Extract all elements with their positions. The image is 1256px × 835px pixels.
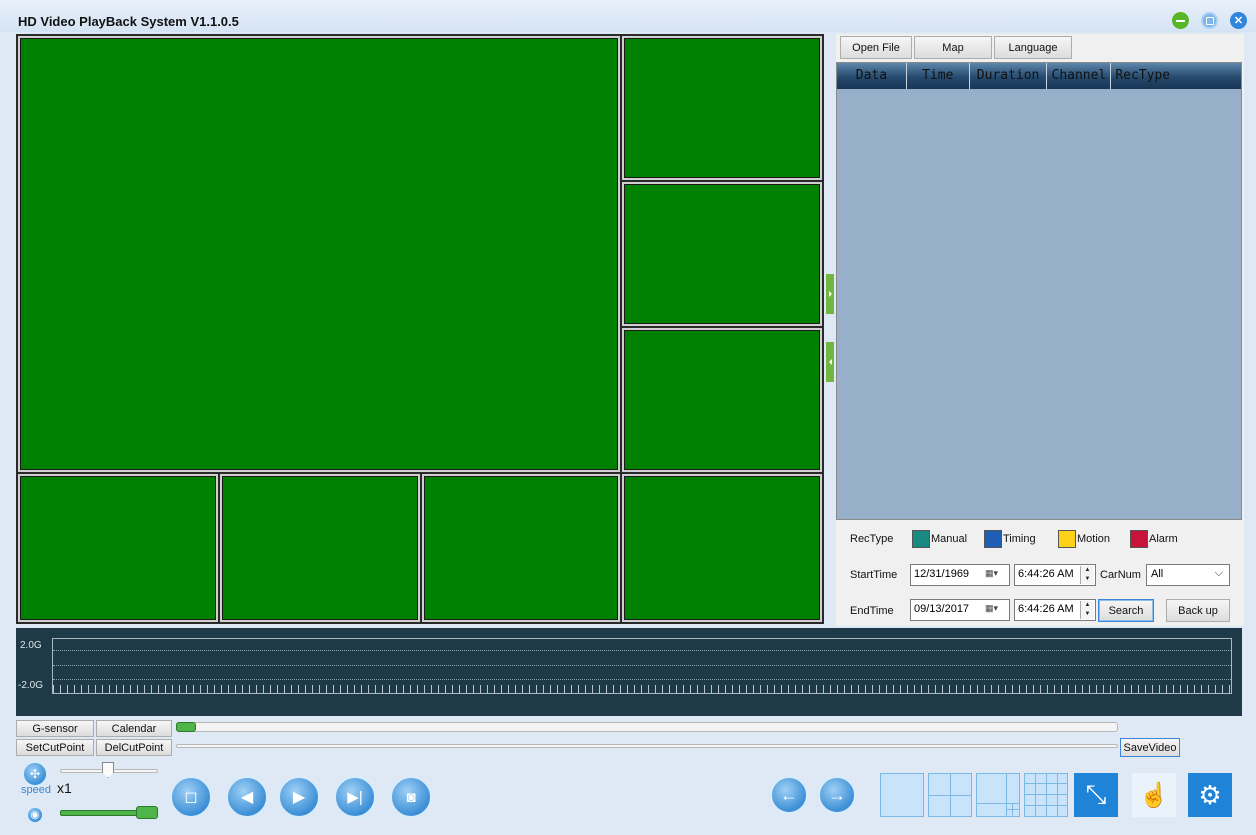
start-time-label: StartTime bbox=[850, 569, 898, 581]
column-header-time[interactable]: Time bbox=[907, 63, 970, 89]
column-header-data[interactable]: Data bbox=[837, 63, 907, 89]
carnum-select[interactable]: All ⌵ bbox=[1146, 564, 1230, 586]
speed-slider-thumb[interactable] bbox=[102, 762, 114, 778]
title-bar: HD Video PlayBack System V1.1.0.5 ✕ bbox=[0, 0, 1256, 32]
alarm-label: Alarm bbox=[1149, 533, 1178, 545]
motion-swatch bbox=[1058, 530, 1076, 548]
end-time-input[interactable]: 6:44:26 AM ▲ ▼ bbox=[1014, 599, 1096, 621]
video-channel-8[interactable] bbox=[622, 474, 822, 622]
calendar-button[interactable]: Calendar bbox=[96, 720, 172, 737]
set-cut-point-button[interactable]: SetCutPoint bbox=[16, 739, 94, 756]
play-button[interactable]: ▶ bbox=[278, 776, 320, 818]
layout-16-button[interactable] bbox=[1024, 773, 1068, 817]
gear-icon[interactable]: ⚙ bbox=[1188, 773, 1232, 817]
del-cut-point-button[interactable]: DelCutPoint bbox=[96, 739, 172, 756]
snapshot-button[interactable]: ◙ bbox=[390, 776, 432, 818]
arrow-left-icon[interactable]: ← bbox=[770, 776, 808, 814]
minimize-icon[interactable] bbox=[1172, 12, 1189, 29]
video-channel-4[interactable] bbox=[622, 328, 822, 472]
rectype-label: RecType bbox=[850, 533, 894, 545]
column-header-duration[interactable]: Duration bbox=[970, 63, 1048, 89]
collapse-panel-handle[interactable] bbox=[826, 342, 834, 382]
gsensor-plot bbox=[52, 638, 1232, 694]
video-channel-1[interactable] bbox=[18, 36, 620, 472]
speed-label: speed bbox=[21, 784, 51, 796]
motion-label: Motion bbox=[1077, 533, 1111, 545]
window-title: HD Video PlayBack System V1.1.0.5 bbox=[18, 14, 239, 29]
manual-swatch bbox=[912, 530, 930, 548]
capture-hand-icon[interactable]: ☝ bbox=[1132, 773, 1176, 817]
search-button[interactable]: Search bbox=[1098, 599, 1154, 622]
arrow-right-icon[interactable]: → bbox=[818, 776, 856, 814]
playback-progress-track[interactable] bbox=[176, 722, 1118, 732]
maximize-icon[interactable] bbox=[1201, 12, 1218, 29]
file-list[interactable]: Data Time Duration Channel RecType bbox=[836, 62, 1242, 520]
end-date-value: 09/13/2017 bbox=[914, 603, 970, 615]
time-ticks bbox=[53, 685, 1231, 693]
gsensor-max-label: 2.0G bbox=[20, 640, 42, 651]
end-time-value: 6:44:26 AM bbox=[1018, 603, 1074, 615]
stop-button[interactable]: ◻ bbox=[170, 776, 212, 818]
calendar-dropdown-icon[interactable]: ▦▾ bbox=[985, 568, 1007, 582]
close-icon[interactable]: ✕ bbox=[1230, 12, 1247, 29]
video-channel-5[interactable] bbox=[18, 474, 218, 622]
video-channel-6[interactable] bbox=[220, 474, 420, 622]
right-panel: Open File Map Language Data Time Duratio… bbox=[836, 34, 1244, 626]
alarm-swatch bbox=[1130, 530, 1148, 548]
cut-range-track[interactable] bbox=[176, 744, 1118, 748]
layout-4-button[interactable] bbox=[928, 773, 972, 817]
next-frame-button[interactable]: ▶| bbox=[334, 776, 376, 818]
gsensor-min-label: -2.0G bbox=[18, 680, 44, 691]
start-date-value: 12/31/1969 bbox=[914, 568, 970, 580]
video-channel-7[interactable] bbox=[422, 474, 620, 622]
end-date-picker[interactable]: 09/13/2017 ▦▾ bbox=[910, 599, 1010, 621]
carnum-value: All bbox=[1151, 568, 1164, 580]
end-time-spinner-icon[interactable]: ▲ ▼ bbox=[1080, 601, 1094, 619]
end-time-label: EndTime bbox=[850, 605, 894, 617]
fullscreen-icon[interactable]: ⤡ bbox=[1074, 773, 1118, 817]
previous-frame-button[interactable]: ◀ bbox=[226, 776, 268, 818]
volume-level-fill bbox=[60, 810, 142, 816]
carnum-label: CarNum bbox=[1100, 569, 1141, 581]
start-time-spinner-icon[interactable]: ▲ ▼ bbox=[1080, 566, 1094, 584]
playback-progress-thumb[interactable] bbox=[176, 722, 196, 732]
timing-swatch bbox=[984, 530, 1002, 548]
file-list-header: Data Time Duration Channel RecType bbox=[837, 63, 1241, 89]
volume-slider-thumb[interactable] bbox=[136, 806, 158, 819]
speed-value: x1 bbox=[57, 780, 72, 796]
expand-panel-handle[interactable] bbox=[826, 274, 834, 314]
language-button[interactable]: Language bbox=[994, 36, 1072, 59]
gsensor-graph[interactable]: 2.0G -2.0G bbox=[16, 628, 1242, 716]
column-header-rectype[interactable]: RecType bbox=[1111, 63, 1241, 89]
start-date-picker[interactable]: 12/31/1969 ▦▾ bbox=[910, 564, 1010, 586]
volume-icon[interactable]: ◉ bbox=[26, 806, 44, 824]
backup-button[interactable]: Back up bbox=[1166, 599, 1230, 622]
video-grid bbox=[16, 34, 824, 624]
gsensor-button[interactable]: G-sensor bbox=[16, 720, 94, 737]
start-time-value: 6:44:26 AM bbox=[1018, 568, 1074, 580]
map-button[interactable]: Map bbox=[914, 36, 992, 59]
layout-1-button[interactable] bbox=[880, 773, 924, 817]
save-video-button[interactable]: SaveVideo bbox=[1120, 738, 1180, 757]
layout-8-button[interactable] bbox=[976, 773, 1020, 817]
gridline bbox=[53, 679, 1231, 680]
gridline bbox=[53, 650, 1231, 651]
chevron-down-icon: ⌵ bbox=[1214, 567, 1223, 579]
manual-label: Manual bbox=[931, 533, 968, 545]
column-header-channel[interactable]: Channel bbox=[1047, 63, 1112, 89]
video-channel-2[interactable] bbox=[622, 36, 822, 180]
calendar-dropdown-icon[interactable]: ▦▾ bbox=[985, 603, 1007, 617]
start-time-input[interactable]: 6:44:26 AM ▲ ▼ bbox=[1014, 564, 1096, 586]
video-channel-3[interactable] bbox=[622, 182, 822, 326]
timing-label: Timing bbox=[1003, 533, 1036, 545]
gridline bbox=[53, 665, 1231, 666]
open-file-button[interactable]: Open File bbox=[840, 36, 912, 59]
